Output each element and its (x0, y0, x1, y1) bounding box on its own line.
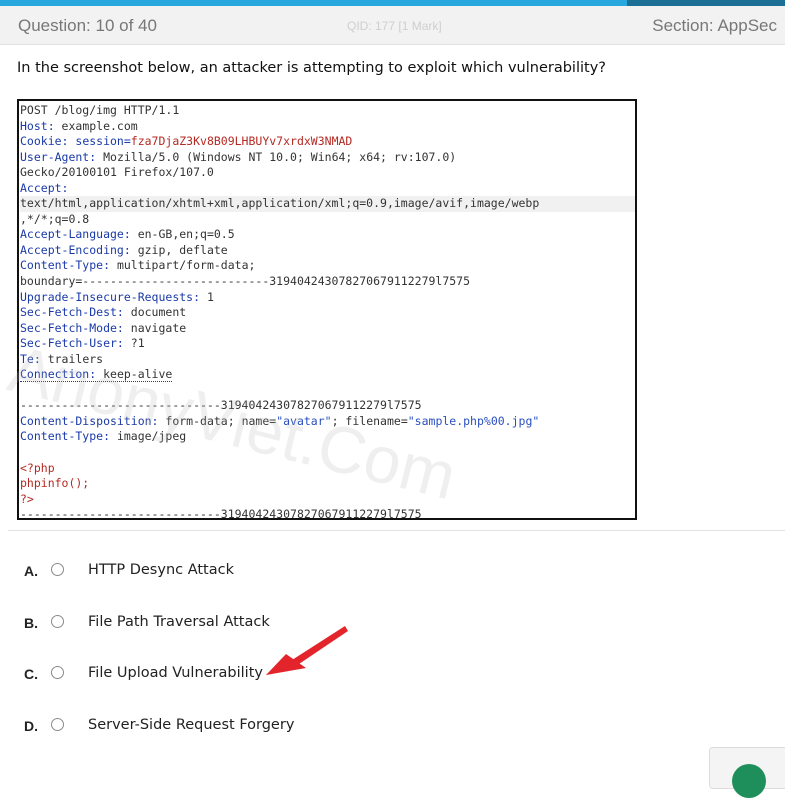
end-boundary: -----------------------------31940424307… (20, 507, 422, 520)
header-user-agent: User-Agent: Mozilla/5.0 (Windows NT 10.0… (20, 149, 457, 164)
next-button[interactable] (709, 747, 785, 798)
header-accept-encoding: Accept-Encoding: gzip, deflate (20, 242, 228, 257)
option-label[interactable]: File Path Traversal Attack (88, 614, 270, 630)
header-sec-fetch-user: Sec-Fetch-User: ?1 (20, 336, 145, 351)
http-request-screenshot: POST /blog/img HTTP/1.1 Host: example.com… (17, 99, 637, 520)
header-connection: Connection: keep-alive (20, 367, 173, 383)
header-content-type: Content-Type: multipart/form-data; (20, 258, 256, 273)
part-content-type: Content-Type: image/jpeg (20, 429, 187, 444)
part-content-disposition: Content-Disposition: form-data; name="av… (20, 413, 540, 428)
header-sec-fetch-dest: Sec-Fetch-Dest: document (20, 305, 187, 320)
header-accept-value-cont: ,*/*;q=0.8 (20, 211, 90, 226)
option-label[interactable]: HTTP Desync Attack (88, 562, 234, 578)
radio-button[interactable] (51, 563, 64, 576)
option-label[interactable]: File Upload Vulnerability (88, 665, 263, 681)
section-label: Section: AppSec (652, 16, 777, 35)
php-function-call: phpinfo(); (20, 476, 90, 491)
part-boundary: -----------------------------31940424307… (20, 398, 422, 413)
header-accept-value: text/html,application/xhtml+xml,applicat… (20, 196, 635, 212)
http-request-code: POST /blog/img HTTP/1.1 Host: example.com… (19, 101, 635, 520)
divider (8, 530, 785, 531)
question-header: Question: 10 of 40 QID: 177 [1 Mark] Sec… (0, 6, 785, 45)
header-accept-language: Accept-Language: en-GB,en;q=0.5 (20, 227, 235, 242)
header-te: Te: trailers (20, 351, 104, 366)
option-label[interactable]: Server-Side Request Forgery (88, 717, 294, 733)
header-user-agent-cont: Gecko/20100101 Firefox/107.0 (20, 165, 214, 180)
header-accept: Accept: (20, 180, 69, 195)
next-icon (732, 764, 766, 798)
radio-button[interactable] (51, 666, 64, 679)
php-open-tag: <?php (20, 460, 55, 475)
header-host: Host: example.com (20, 118, 138, 133)
header-boundary: boundary=---------------------------3194… (20, 274, 471, 289)
question-counter: Question: 10 of 40 (18, 16, 157, 35)
red-arrow-icon (266, 626, 348, 675)
radio-button[interactable] (51, 718, 64, 731)
php-close-tag: ?> (20, 491, 34, 506)
header-cookie: Cookie: session=fza7DjaZ3Kv8B09LHBUYv7xr… (20, 134, 353, 149)
radio-button[interactable] (51, 615, 64, 628)
blank-line-2 (20, 445, 635, 461)
option-letter: B. (24, 615, 38, 631)
option-letter: A. (24, 563, 38, 579)
question-id: QID: 177 [1 Mark] (347, 19, 442, 33)
question-text: In the screenshot below, an attacker is … (17, 60, 606, 76)
option-letter: C. (24, 666, 38, 682)
request-line: POST /blog/img HTTP/1.1 (20, 103, 180, 117)
header-upgrade-insecure: Upgrade-Insecure-Requests: 1 (20, 289, 214, 304)
option-letter: D. (24, 718, 38, 734)
header-sec-fetch-mode: Sec-Fetch-Mode: navigate (20, 320, 187, 335)
